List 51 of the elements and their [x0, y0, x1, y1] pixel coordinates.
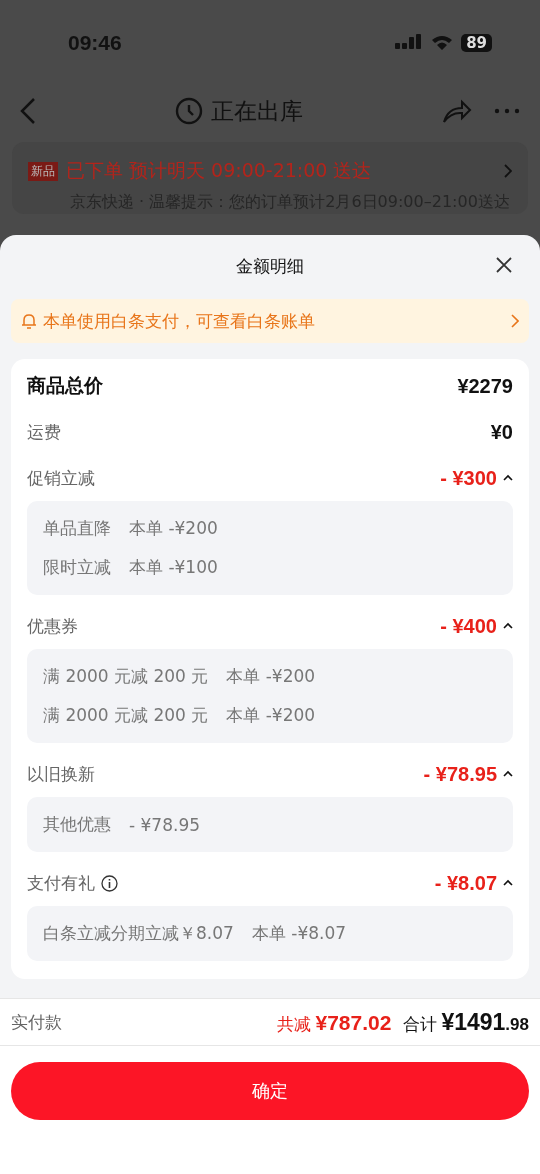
- detail-amount: 本单 -¥200: [129, 517, 218, 540]
- chevron-right-icon: [504, 164, 512, 178]
- total-amount: ¥1491: [441, 1008, 506, 1036]
- caret-up-icon[interactable]: [503, 474, 513, 482]
- delivery-status: 已下单 预计明天 09:00-21:00 送达: [66, 158, 373, 183]
- status-time: 09:46: [68, 31, 122, 55]
- price-amount: ¥0: [490, 420, 513, 444]
- payment-label: 实付款: [11, 1010, 62, 1034]
- caret-up-icon[interactable]: [503, 879, 513, 887]
- detail-name: 白条立减分期立减￥8.07: [43, 922, 234, 945]
- detail-amount: - ¥78.95: [129, 814, 201, 835]
- discount-label: 支付有礼: [27, 871, 95, 895]
- new-badge: 新品: [28, 161, 58, 181]
- discount-label: 以旧换新: [27, 762, 95, 786]
- discount-amount: - ¥8.07: [434, 871, 497, 895]
- discount-label: 优惠券: [27, 614, 78, 638]
- total-decimals: .98: [505, 1014, 529, 1035]
- notice-bar[interactable]: 本单使用白条支付，可查看白条账单: [11, 299, 529, 343]
- close-icon[interactable]: [496, 257, 512, 273]
- caret-up-icon[interactable]: [503, 770, 513, 778]
- price-label: 运费: [27, 420, 61, 444]
- detail-name: 限时立减: [43, 556, 111, 579]
- notice-text: 本单使用白条支付，可查看白条账单: [43, 309, 316, 333]
- saved-amount: ¥787.02: [315, 1010, 392, 1035]
- signal-icon: [395, 34, 424, 52]
- battery-level: 89: [461, 34, 492, 52]
- detail-amount: 本单 -¥8.07: [251, 922, 347, 945]
- caret-up-icon[interactable]: [503, 622, 513, 630]
- confirm-button[interactable]: 确定: [11, 1062, 529, 1120]
- detail-amount: 本单 -¥200: [226, 665, 316, 688]
- detail-name: 其他优惠: [43, 813, 111, 836]
- price-amount: ¥2279: [457, 374, 513, 398]
- discount-amount: - ¥300: [440, 466, 497, 490]
- detail-amount: 本单 -¥100: [129, 556, 218, 579]
- price-label: 商品总价: [27, 373, 103, 398]
- detail-name: 满 2000 元减 200 元: [43, 665, 209, 688]
- discount-amount: - ¥78.95: [423, 762, 497, 786]
- total-label: 合计: [403, 1012, 438, 1036]
- wifi-icon: [431, 35, 454, 51]
- discount-label: 促销立减: [27, 466, 95, 490]
- bell-icon: [21, 312, 37, 330]
- discount-amount: - ¥400: [440, 614, 497, 638]
- clock-icon: [175, 97, 203, 125]
- detail-name: 满 2000 元减 200 元: [43, 704, 209, 727]
- chevron-right-icon: [511, 314, 519, 328]
- page-title: 正在出库: [211, 96, 303, 126]
- detail-name: 单品直降: [43, 517, 111, 540]
- saved-label: 共减: [277, 1012, 312, 1036]
- detail-amount: 本单 -¥200: [226, 704, 316, 727]
- info-icon[interactable]: [101, 874, 118, 892]
- sheet-title: 金额明细: [236, 254, 304, 278]
